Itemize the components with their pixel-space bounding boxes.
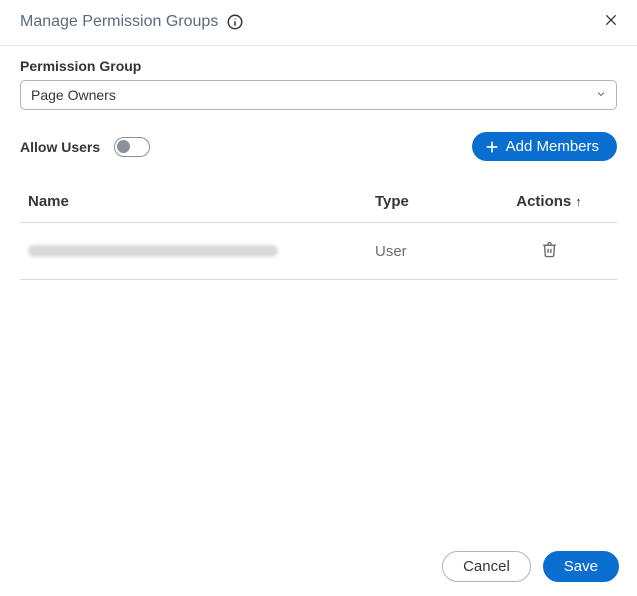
save-button[interactable]: Save [543,551,619,582]
dialog-header: Manage Permission Groups [0,0,637,46]
permission-group-select[interactable]: Page Owners [20,80,617,110]
close-button[interactable] [599,10,623,33]
table-header-row: Name Type Actions ↑ [20,181,617,223]
cancel-button[interactable]: Cancel [442,551,531,582]
redacted-name [28,245,278,257]
cell-name [28,245,369,257]
dialog-footer: Cancel Save [0,539,637,596]
add-members-button[interactable]: Add Members [472,132,617,161]
allow-users-group: Allow Users [20,137,150,157]
dialog-content: Permission Group Page Owners Allow Users… [0,46,637,280]
permission-group-label: Permission Group [20,58,617,74]
permission-group-selected-value: Page Owners [31,87,116,103]
column-header-actions[interactable]: Actions ↑ [489,193,609,210]
sort-ascending-icon: ↑ [575,194,582,209]
column-header-type[interactable]: Type [369,193,489,210]
allow-users-label: Allow Users [20,139,100,155]
cell-actions [489,237,609,265]
table-row: User [20,223,617,280]
info-icon[interactable] [226,13,244,31]
toggle-knob [117,140,130,153]
add-members-label: Add Members [506,138,599,155]
members-table: Name Type Actions ↑ User [20,181,617,280]
column-header-name[interactable]: Name [28,193,369,210]
delete-row-button[interactable] [537,237,562,265]
cell-type: User [369,243,489,260]
dialog-title: Manage Permission Groups [20,13,218,31]
plus-icon [484,139,500,155]
column-header-actions-label: Actions [516,193,571,210]
trash-icon [541,241,558,258]
allow-users-toggle[interactable] [114,137,150,157]
